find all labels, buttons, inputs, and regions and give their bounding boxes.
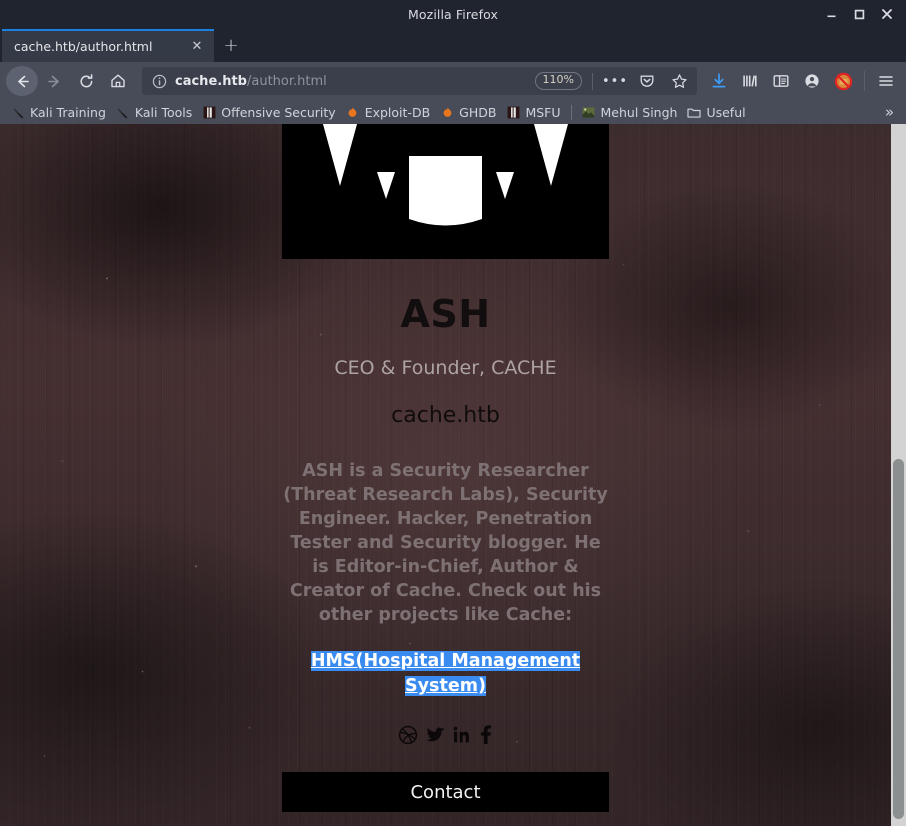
page-info-icon[interactable] <box>152 74 167 89</box>
bookmark-label: Useful <box>706 104 746 120</box>
forward-arrow-icon <box>47 75 59 87</box>
bookmark-label: GHDB <box>459 104 497 120</box>
back-button[interactable] <box>6 66 38 96</box>
bookmark-kali-tools[interactable]: Kali Tools <box>111 101 197 123</box>
close-icon <box>882 9 892 19</box>
bookmarks-bar: Kali Training Kali Tools Offensive Secur… <box>0 100 906 124</box>
page-actions-button[interactable]: ••• <box>602 69 627 93</box>
bookmark-kali-training[interactable]: Kali Training <box>6 101 111 123</box>
content-viewport: ASH CEO & Founder, CACHE cache.htb ASH i… <box>0 124 906 826</box>
linkedin-icon[interactable] <box>453 725 472 745</box>
library-icon[interactable] <box>736 66 764 96</box>
social-links <box>282 725 609 745</box>
kali-dragon-icon <box>11 105 25 119</box>
bookmark-label: Kali Training <box>30 104 106 120</box>
maximize-button[interactable] <box>846 2 872 26</box>
tab-cache-author[interactable]: cache.htb/author.html ✕ <box>2 29 214 62</box>
twitter-icon[interactable] <box>425 725 446 745</box>
home-button[interactable] <box>102 66 134 96</box>
account-icon[interactable] <box>798 66 826 96</box>
bookmark-offensive-security[interactable]: Offensive Security <box>197 101 340 123</box>
project-link-wrapper: HMS(Hospital Management System) <box>282 627 609 699</box>
url-host: cache.htb <box>175 73 247 89</box>
toolbar-icons <box>705 66 900 96</box>
new-tab-button[interactable]: + <box>214 29 248 62</box>
avatar-artwork <box>282 124 609 259</box>
title-bar: Mozilla Firefox <box>0 0 906 28</box>
photo-icon <box>582 105 596 119</box>
minimize-icon <box>827 15 835 17</box>
author-role: CEO & Founder, CACHE <box>334 357 557 379</box>
exploitdb-flame-icon <box>440 105 454 119</box>
kali-dragon-icon <box>116 105 130 119</box>
url-divider <box>592 72 593 90</box>
bookmarks-separator <box>570 104 572 120</box>
folder-icon <box>687 105 702 119</box>
maximize-icon <box>854 9 864 19</box>
reload-button[interactable] <box>70 66 102 96</box>
offsec-icon <box>506 105 520 119</box>
contact-button[interactable]: Contact <box>282 772 609 812</box>
pocket-icon[interactable] <box>635 69 659 93</box>
navigation-toolbar: cache.htb/author.html 110% ••• <box>0 62 906 100</box>
sidebar-icon[interactable] <box>767 66 795 96</box>
zoom-level-badge[interactable]: 110% <box>534 72 582 90</box>
bookmark-label: Mehul Singh <box>600 104 678 120</box>
web-page: ASH CEO & Founder, CACHE cache.htb ASH i… <box>0 124 891 826</box>
window-controls <box>818 0 900 28</box>
reload-icon <box>79 73 92 87</box>
ash-avatar-image <box>282 124 609 259</box>
tab-close-icon[interactable]: ✕ <box>186 36 208 58</box>
tab-strip: cache.htb/author.html ✕ + <box>0 28 906 62</box>
bookmark-label: Offensive Security <box>221 104 336 120</box>
close-button[interactable] <box>874 2 900 26</box>
forward-button[interactable] <box>38 66 70 96</box>
window-title: Mozilla Firefox <box>408 6 498 22</box>
url-path: /author.html <box>246 73 327 89</box>
facebook-icon[interactable] <box>479 725 493 745</box>
bookmarks-overflow-icon[interactable]: » <box>879 103 900 121</box>
star-icon[interactable] <box>667 69 691 93</box>
bookmark-ghdb[interactable]: GHDB <box>435 101 501 123</box>
toolbar-divider <box>864 71 865 91</box>
author-bio: ASH is a Security Researcher (Threat Res… <box>283 461 608 625</box>
offsec-icon <box>202 105 216 119</box>
back-arrow-icon <box>17 75 29 87</box>
author-name: ASH <box>400 292 491 336</box>
menu-icon[interactable] <box>872 66 900 96</box>
author-site: cache.htb <box>391 403 500 428</box>
bookmark-label: Exploit-DB <box>364 104 431 120</box>
url-text[interactable]: cache.htb/author.html <box>175 74 527 89</box>
noscript-icon[interactable] <box>829 66 857 96</box>
project-link-hms[interactable]: HMS(Hospital Management System) <box>282 649 609 699</box>
scrollbar-thumb[interactable] <box>893 459 904 819</box>
minimize-button[interactable] <box>818 2 844 26</box>
bookmark-folder-useful[interactable]: Useful <box>682 101 750 123</box>
project-link-label: HMS(Hospital Management System) <box>310 651 581 696</box>
exploitdb-flame-icon <box>346 105 360 119</box>
author-card: ASH CEO & Founder, CACHE cache.htb ASH i… <box>282 124 609 812</box>
downloads-icon[interactable] <box>705 66 733 96</box>
dribbble-icon[interactable] <box>398 725 418 745</box>
bookmark-msfu[interactable]: MSFU <box>501 101 565 123</box>
url-bar[interactable]: cache.htb/author.html 110% ••• <box>142 67 697 95</box>
bookmark-exploit-db[interactable]: Exploit-DB <box>341 101 435 123</box>
bookmark-mehul-singh[interactable]: Mehul Singh <box>577 101 683 123</box>
page-scrollbar[interactable] <box>891 124 906 826</box>
browser-window: Mozilla Firefox cache.htb/author.html ✕ … <box>0 0 906 826</box>
bookmark-label: MSFU <box>525 104 561 120</box>
tab-title: cache.htb/author.html <box>14 39 153 54</box>
bookmark-label: Kali Tools <box>134 104 193 120</box>
home-icon <box>111 74 125 88</box>
